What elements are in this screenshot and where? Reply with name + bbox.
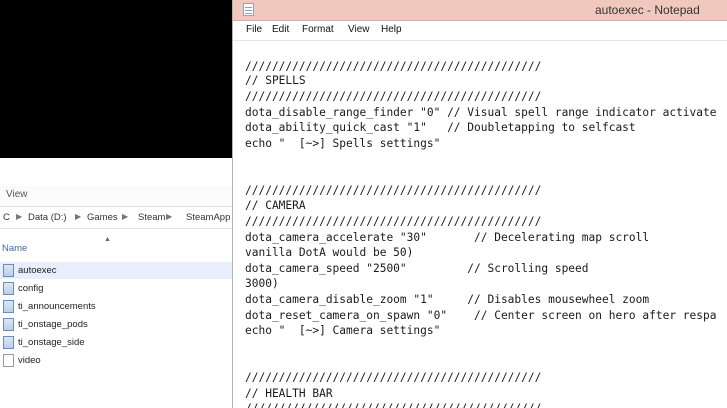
text-line: dota_reset_camera_on_spawn "0" // Center… (245, 309, 717, 322)
list-item[interactable]: ti_onstage_pods (0, 316, 240, 333)
address-bar[interactable]: C ▶ Data (D:) ▶ Games ▶ Steam ▶ SteamApp (0, 208, 240, 229)
chevron-right-icon: ▶ (75, 212, 82, 221)
config-file-icon (3, 300, 14, 313)
menu-edit[interactable]: Edit (269, 24, 292, 35)
menu-file[interactable]: File (243, 24, 265, 35)
menu-format[interactable]: Format (299, 24, 337, 35)
breadcrumb-item[interactable]: Steam (138, 212, 165, 223)
notepad-icon[interactable] (243, 3, 254, 16)
config-file-icon (3, 264, 14, 277)
text-line: ////////////////////////////////////////… (245, 60, 542, 73)
chevron-right-icon: ▶ (166, 212, 173, 221)
chevron-right-icon: ▶ (122, 212, 129, 221)
file-name: ti_onstage_side (18, 337, 85, 348)
text-line: echo " [~>] Camera settings" (245, 324, 441, 337)
breadcrumb-item[interactable]: C (3, 212, 10, 223)
text-line: echo " [~>] Spells settings" (245, 137, 441, 150)
file-name: ti_announcements (18, 301, 96, 312)
text-editor[interactable]: ////////////////////////////////////////… (233, 41, 727, 408)
config-file-icon (3, 336, 14, 349)
menu-bar: File Edit Format View Help (233, 21, 727, 41)
text-line: vanilla DotA would be 50) (245, 246, 414, 259)
file-name: video (18, 355, 41, 366)
title-bar[interactable]: autoexec - Notepad (233, 0, 727, 21)
list-item[interactable]: video (0, 352, 240, 369)
text-line: // SPELLS (245, 74, 306, 87)
explorer-ribbon: View (0, 186, 240, 207)
date-cell (228, 265, 230, 274)
column-name-header[interactable]: Name (2, 243, 27, 254)
column-header: Name ▲ (0, 234, 240, 256)
text-line: ////////////////////////////////////////… (245, 215, 542, 228)
config-file-icon (3, 318, 14, 331)
sort-caret-icon: ▲ (104, 236, 111, 243)
blank-file-icon (3, 354, 14, 367)
list-item[interactable]: ti_announcements (0, 298, 240, 315)
text-line: 3000) (245, 277, 279, 290)
text-line: // HEALTH BAR (245, 387, 333, 400)
config-file-icon (3, 282, 14, 295)
file-name: ti_onstage_pods (18, 319, 88, 330)
menu-help[interactable]: Help (378, 24, 405, 35)
list-item[interactable]: ti_onstage_side (0, 334, 240, 351)
text-line: dota_disable_range_finder "0" // Visual … (245, 106, 717, 119)
text-line: dota_ability_quick_cast "1" // Doubletap… (245, 121, 636, 134)
text-line: dota_camera_speed "2500" // Scrolling sp… (245, 262, 589, 275)
text-line: ////////////////////////////////////////… (245, 371, 542, 384)
text-line: ////////////////////////////////////////… (245, 184, 542, 197)
text-line: dota_camera_disable_zoom "1" // Disables… (245, 293, 650, 306)
text-line: // CAMERA (245, 199, 306, 212)
breadcrumb-item[interactable]: Games (87, 212, 118, 223)
notepad-window: autoexec - Notepad File Edit Format View… (232, 0, 727, 408)
file-name: autoexec (18, 265, 57, 276)
breadcrumb-item[interactable]: SteamApp (186, 212, 230, 223)
list-item[interactable]: autoexec (0, 262, 240, 279)
text-line: dota_camera_accelerate "30" // Decelerat… (245, 231, 650, 244)
menu-view[interactable]: View (345, 24, 373, 35)
file-name: config (18, 283, 44, 294)
window-title: autoexec - Notepad (595, 3, 700, 17)
chevron-right-icon: ▶ (16, 212, 23, 221)
breadcrumb-item[interactable]: Data (D:) (28, 212, 67, 223)
list-item[interactable]: config (0, 280, 240, 297)
text-line: ////////////////////////////////////////… (245, 402, 541, 408)
view-tab[interactable]: View (6, 189, 28, 200)
file-explorer-window: View C ▶ Data (D:) ▶ Games ▶ Steam ▶ Ste… (0, 158, 240, 408)
text-line: ////////////////////////////////////////… (245, 90, 542, 103)
